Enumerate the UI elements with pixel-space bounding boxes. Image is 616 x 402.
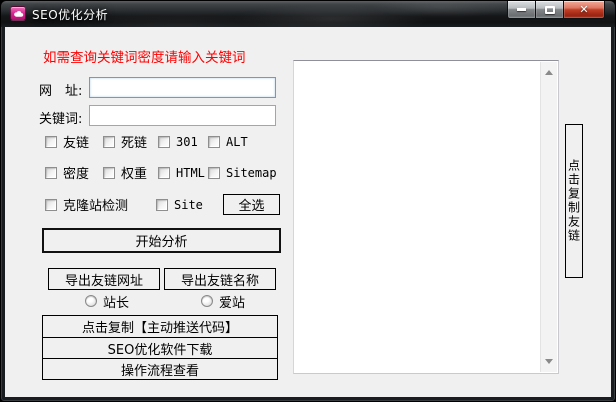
copy-push-code-button[interactable]: 点击复制【主动推送代码】 — [43, 316, 277, 337]
minimize-icon — [517, 8, 526, 11]
checkbox-dead-links[interactable]: 死链 — [103, 134, 147, 149]
checkbox-icon[interactable] — [103, 136, 115, 148]
view-process-button[interactable]: 操作流程查看 — [43, 358, 277, 379]
copy-links-button[interactable]: 点击复制友链 — [565, 124, 583, 278]
url-label: 网 址: — [39, 80, 82, 99]
radio-label: 站长 — [103, 292, 129, 311]
copy-links-label: 点击复制友链 — [566, 159, 583, 243]
checkbox-friend-links[interactable]: 友链 — [45, 134, 89, 149]
keyword-input[interactable] — [89, 105, 276, 126]
scroll-up-icon[interactable] — [545, 70, 553, 75]
checkbox-sitemap[interactable]: Sitemap — [208, 165, 277, 180]
select-all-button[interactable]: 全选 — [223, 194, 280, 215]
checkbox-label: 密度 — [63, 163, 89, 182]
checkbox-301[interactable]: 301 — [158, 134, 198, 149]
seo-software-download-button[interactable]: SEO优化软件下载 — [43, 337, 277, 358]
radio-label: 爱站 — [219, 292, 245, 311]
checkbox-label: 克隆站检测 — [63, 195, 128, 214]
checkbox-icon[interactable] — [156, 199, 168, 211]
checkbox-label: 301 — [176, 135, 198, 149]
checkbox-clone-detect[interactable]: 克隆站检测 — [45, 197, 128, 212]
checkbox-icon[interactable] — [103, 167, 115, 179]
maximize-button[interactable] — [536, 1, 564, 19]
checkbox-alt[interactable]: ALT — [208, 134, 248, 149]
app-window: SEO优化分析 ✕ 如需查询关键词密度请输入关键词 网 址: 关键词: 友链 死… — [0, 0, 616, 402]
url-input[interactable] — [89, 77, 276, 98]
checkbox-density[interactable]: 密度 — [45, 165, 89, 180]
title-bar[interactable]: SEO优化分析 ✕ — [1, 1, 615, 27]
hint-text: 如需查询关键词密度请输入关键词 — [43, 46, 246, 66]
close-icon: ✕ — [579, 4, 588, 15]
checkbox-icon[interactable] — [45, 199, 57, 211]
checkbox-label: 权重 — [121, 163, 147, 182]
checkbox-label: Sitemap — [226, 166, 277, 180]
start-analysis-button[interactable]: 开始分析 — [42, 228, 281, 253]
export-link-urls-button[interactable]: 导出友链网址 — [48, 268, 160, 290]
checkbox-site[interactable]: Site — [156, 197, 203, 212]
checkbox-label: Site — [174, 198, 203, 212]
checkbox-label: 友链 — [63, 132, 89, 151]
export-link-names-button[interactable]: 导出友链名称 — [164, 268, 276, 290]
app-icon — [10, 6, 26, 21]
checkbox-icon[interactable] — [208, 136, 220, 148]
radio-icon[interactable] — [201, 295, 213, 307]
checkbox-label: ALT — [226, 135, 248, 149]
output-scrollbar[interactable] — [540, 62, 557, 372]
checkbox-icon[interactable] — [208, 167, 220, 179]
keyword-label: 关键词: — [39, 108, 82, 127]
checkbox-icon[interactable] — [45, 167, 57, 179]
output-area[interactable] — [293, 60, 559, 374]
checkbox-html[interactable]: HTML — [158, 165, 205, 180]
checkbox-label: 死链 — [121, 132, 147, 151]
radio-icon[interactable] — [85, 295, 97, 307]
close-button[interactable]: ✕ — [564, 1, 605, 19]
radio-aizhan[interactable]: 爱站 — [201, 294, 245, 308]
checkbox-icon[interactable] — [158, 167, 170, 179]
checkbox-label: HTML — [176, 166, 205, 180]
window-controls: ✕ — [507, 1, 605, 19]
client-area: 如需查询关键词密度请输入关键词 网 址: 关键词: 友链 死链 301 ALT … — [5, 27, 611, 397]
radio-chinaz[interactable]: 站长 — [85, 294, 129, 308]
bottom-button-stack: 点击复制【主动推送代码】 SEO优化软件下载 操作流程查看 — [42, 315, 278, 380]
scroll-down-icon[interactable] — [545, 359, 553, 364]
checkbox-icon[interactable] — [158, 136, 170, 148]
checkbox-weight[interactable]: 权重 — [103, 165, 147, 180]
maximize-icon — [545, 6, 555, 14]
checkbox-icon[interactable] — [45, 136, 57, 148]
window-title: SEO优化分析 — [32, 6, 108, 23]
minimize-button[interactable] — [507, 1, 536, 19]
